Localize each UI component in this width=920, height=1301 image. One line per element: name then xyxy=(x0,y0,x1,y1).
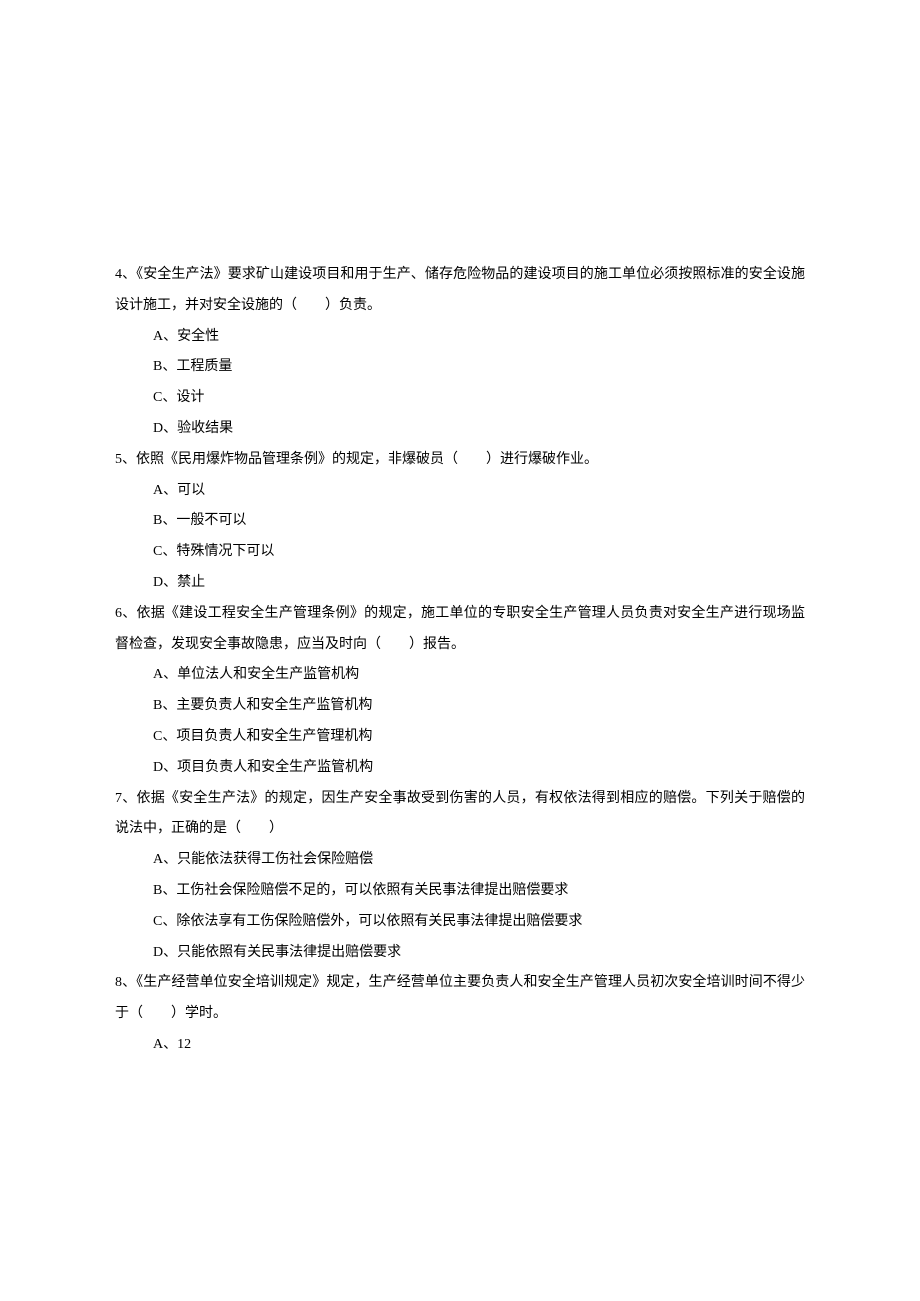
question-4: 4、《安全生产法》要求矿山建设项目和用于生产、储存危险物品的建设项目的施工单位必… xyxy=(115,260,805,445)
question-8-option-a: A、12 xyxy=(115,1030,805,1061)
question-8: 8、《生产经营单位安全培训规定》规定，生产经营单位主要负责人和安全生产管理人员初… xyxy=(115,968,805,1060)
question-7-stem-pre: 依据《安全生产法》的规定，因生产安全事故受到伤害的人员，有权依法得到相应的赔偿。… xyxy=(115,791,805,837)
question-6-option-a: A、单位法人和安全生产监管机构 xyxy=(115,660,805,691)
question-5-stem-post: ）进行爆破作业。 xyxy=(486,452,598,467)
question-7-option-b: B、工伤社会保险赔偿不足的，可以依照有关民事法律提出赔偿要求 xyxy=(115,876,805,907)
question-4-stem-post: ）负责。 xyxy=(325,298,381,313)
question-4-option-a: A、安全性 xyxy=(115,322,805,353)
question-6-option-c: C、项目负责人和安全生产管理机构 xyxy=(115,722,805,753)
question-7-stem: 7、依据《安全生产法》的规定，因生产安全事故受到伤害的人员，有权依法得到相应的赔… xyxy=(115,784,805,846)
question-4-option-c: C、设计 xyxy=(115,383,805,414)
question-7-option-c: C、除依法享有工伤保险赔偿外，可以依照有关民事法律提出赔偿要求 xyxy=(115,907,805,938)
question-5-option-d: D、禁止 xyxy=(115,568,805,599)
question-8-stem: 8、《生产经营单位安全培训规定》规定，生产经营单位主要负责人和安全生产管理人员初… xyxy=(115,968,805,1030)
question-7-number: 7、 xyxy=(115,791,136,806)
question-4-stem-pre: 《安全生产法》要求矿山建设项目和用于生产、储存危险物品的建设项目的施工单位必须按… xyxy=(115,267,805,313)
question-8-number: 8、 xyxy=(115,975,136,990)
question-6: 6、依据《建设工程安全生产管理条例》的规定，施工单位的专职安全生产管理人员负责对… xyxy=(115,599,805,784)
question-6-option-b: B、主要负责人和安全生产监管机构 xyxy=(115,691,805,722)
question-7-option-a: A、只能依法获得工伤社会保险赔偿 xyxy=(115,845,805,876)
question-4-blank xyxy=(297,291,325,322)
question-6-number: 6、 xyxy=(115,606,136,621)
question-5-option-b: B、一般不可以 xyxy=(115,506,805,537)
question-4-option-b: B、工程质量 xyxy=(115,352,805,383)
question-5-blank xyxy=(458,445,486,476)
question-5-option-a: A、可以 xyxy=(115,476,805,507)
question-8-blank xyxy=(143,999,171,1030)
question-8-stem-post: ）学时。 xyxy=(171,1006,227,1021)
question-5-stem: 5、依照《民用爆炸物品管理条例》的规定，非爆破员（ ）进行爆破作业。 xyxy=(115,445,805,476)
question-6-option-d: D、项目负责人和安全生产监管机构 xyxy=(115,753,805,784)
question-5-number: 5、 xyxy=(115,452,136,467)
question-5-stem-pre: 依照《民用爆炸物品管理条例》的规定，非爆破员（ xyxy=(136,452,458,467)
question-6-stem-post: ）报告。 xyxy=(409,637,465,652)
question-5: 5、依照《民用爆炸物品管理条例》的规定，非爆破员（ ）进行爆破作业。 A、可以 … xyxy=(115,445,805,599)
question-4-option-d: D、验收结果 xyxy=(115,414,805,445)
question-6-blank xyxy=(381,630,409,661)
question-4-stem: 4、《安全生产法》要求矿山建设项目和用于生产、储存危险物品的建设项目的施工单位必… xyxy=(115,260,805,322)
question-7: 7、依据《安全生产法》的规定，因生产安全事故受到伤害的人员，有权依法得到相应的赔… xyxy=(115,784,805,969)
question-7-blank xyxy=(241,814,269,845)
question-6-stem: 6、依据《建设工程安全生产管理条例》的规定，施工单位的专职安全生产管理人员负责对… xyxy=(115,599,805,661)
question-5-option-c: C、特殊情况下可以 xyxy=(115,537,805,568)
question-4-number: 4、 xyxy=(115,267,136,282)
question-7-option-d: D、只能依照有关民事法律提出赔偿要求 xyxy=(115,938,805,969)
question-7-stem-post: ） xyxy=(269,821,283,836)
